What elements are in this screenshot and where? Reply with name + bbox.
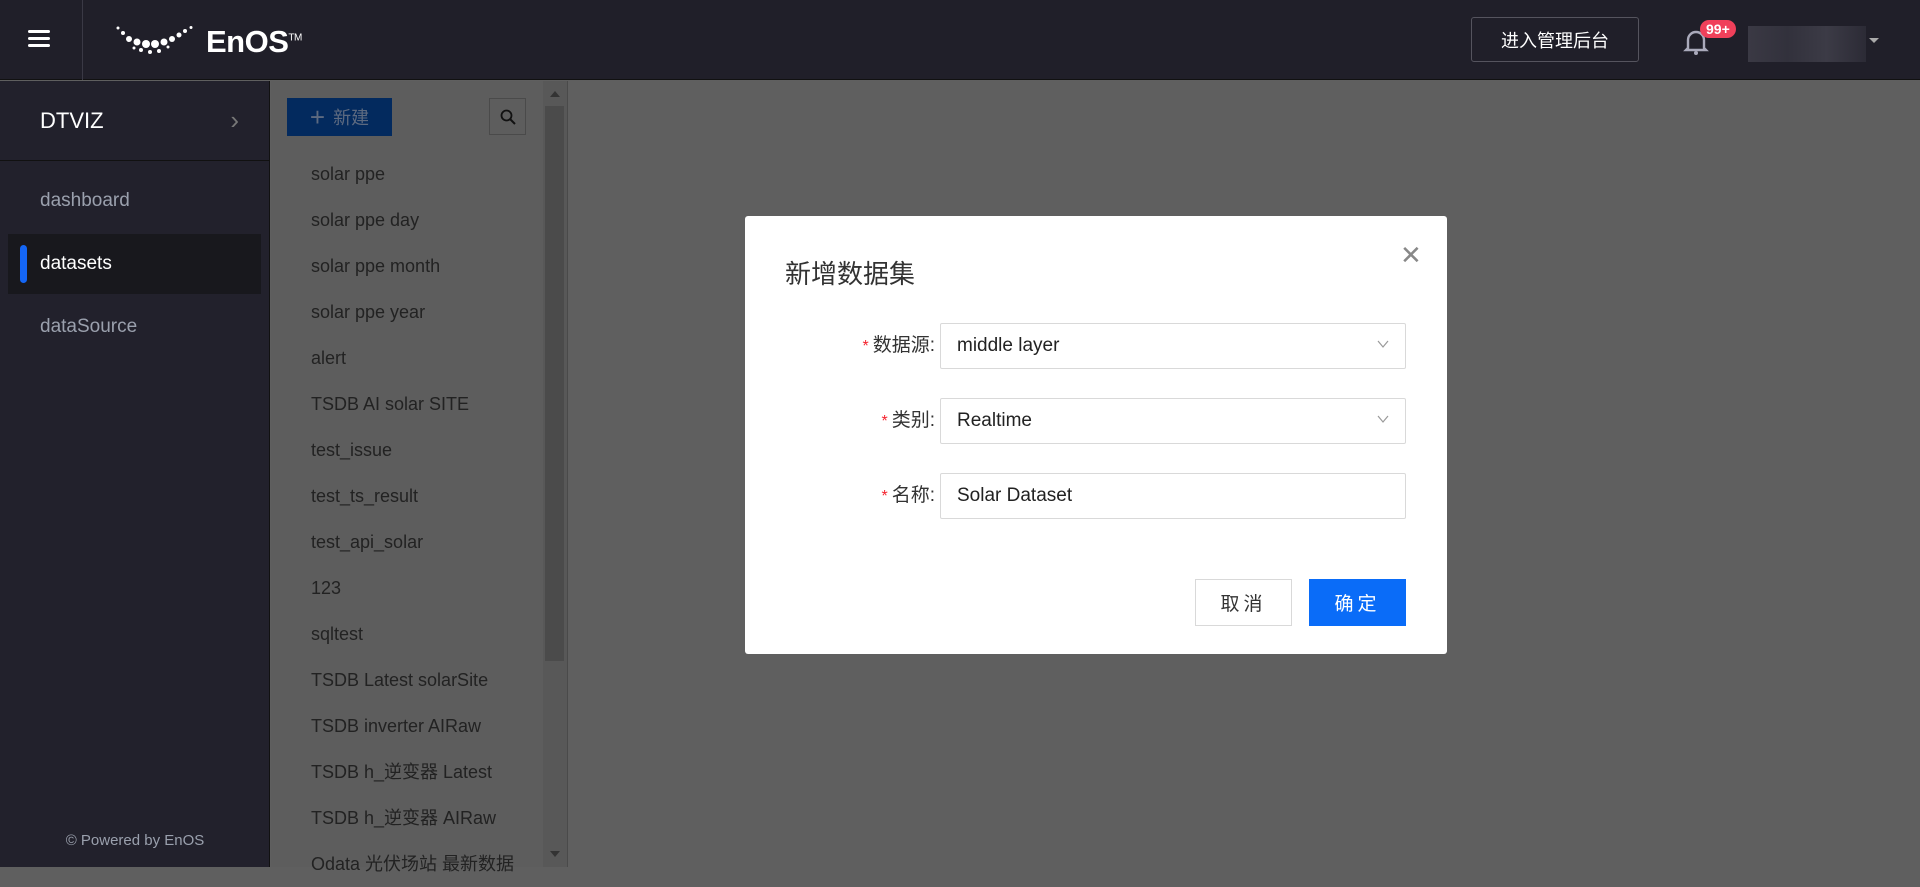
dataset-list-item[interactable]: TSDB AI solar SITE xyxy=(271,381,543,427)
dataset-list-item[interactable]: TSDB inverter AIRaw xyxy=(271,703,543,749)
close-icon[interactable]: ✕ xyxy=(1400,242,1422,268)
sidebar-item-label: dataSource xyxy=(40,316,138,337)
admin-console-button[interactable]: 进入管理后台 xyxy=(1471,17,1639,62)
new-dataset-dialog: 新增数据集 ✕ * 数据源: middle layer * 类别: Realtime… xyxy=(745,216,1447,654)
dataset-list-item[interactable]: TSDB Latest solarSite xyxy=(271,657,543,703)
category-row: * 类别: Realtime xyxy=(745,398,1447,444)
user-avatar-blurred[interactable] xyxy=(1748,26,1866,62)
dataset-list-item[interactable]: TSDB h_逆变器 Latest xyxy=(271,749,543,795)
required-mark: * xyxy=(881,413,888,430)
search-icon xyxy=(500,109,516,125)
scrollbar[interactable] xyxy=(543,81,567,867)
dataset-list-item[interactable]: test_issue xyxy=(271,427,543,473)
logo-dots-icon xyxy=(116,26,193,54)
app-title: DTVIZ xyxy=(40,107,104,133)
dialog-title: 新增数据集 xyxy=(785,259,916,289)
plus-icon: + xyxy=(309,101,326,132)
category-select[interactable]: Realtime xyxy=(940,398,1406,444)
chevron-right-icon[interactable]: › xyxy=(230,105,239,136)
dataset-list: solar ppe solar ppe day solar ppe month sol… xyxy=(271,151,543,887)
name-input[interactable]: Solar Dataset xyxy=(940,473,1406,519)
dataset-list-item[interactable]: Odata 光伏场站 最新数据 xyxy=(271,841,543,887)
dataset-list-item[interactable]: solar ppe xyxy=(271,151,543,197)
required-mark: * xyxy=(862,338,869,355)
search-button[interactable] xyxy=(489,98,526,135)
new-dataset-button[interactable]: + 新建 xyxy=(287,98,392,136)
powered-by-footer: © Powered by EnOS xyxy=(65,832,205,849)
sidebar-item-dashboard[interactable]: dashboard xyxy=(8,171,261,231)
brand-name: EnOSTM xyxy=(206,24,302,59)
top-header: EnOSTM 进入管理后台 99+ xyxy=(0,0,1920,80)
select-value: Realtime xyxy=(957,410,1032,431)
scroll-down-icon[interactable] xyxy=(550,851,560,857)
dataset-list-item[interactable]: sqltest xyxy=(271,611,543,657)
menu-icon[interactable] xyxy=(28,30,50,48)
scroll-up-icon[interactable] xyxy=(550,91,560,97)
dataset-list-item[interactable]: test_api_solar xyxy=(271,519,543,565)
select-value: middle layer xyxy=(957,335,1060,356)
dataset-list-item[interactable]: alert xyxy=(271,335,543,381)
confirm-button[interactable]: 确定 xyxy=(1309,579,1406,626)
dataset-list-panel: + 新建 solar ppe solar ppe day solar ppe mont… xyxy=(271,81,568,874)
sidebar-item-datasets[interactable]: datasets xyxy=(8,234,261,294)
dataset-list-item[interactable]: TSDB h_逆变器 AIRaw xyxy=(271,795,543,841)
chevron-down-icon xyxy=(1377,415,1389,423)
app-switcher[interactable]: DTVIZ › xyxy=(0,81,269,161)
sidebar-item-datasource[interactable]: dataSource xyxy=(8,297,261,357)
category-label: 类别: xyxy=(891,410,935,431)
new-label: 新建 xyxy=(333,108,370,128)
dataset-list-item[interactable]: solar ppe month xyxy=(271,243,543,289)
datasource-row: * 数据源: middle layer xyxy=(745,323,1447,369)
dataset-list-item[interactable]: 123 xyxy=(271,565,543,611)
name-row: * 名称: Solar Dataset xyxy=(745,473,1447,519)
name-label: 名称: xyxy=(891,485,935,506)
header-divider xyxy=(82,0,83,80)
input-value: Solar Dataset xyxy=(957,485,1073,506)
sidebar-item-label: dashboard xyxy=(40,190,130,211)
sidebar-item-label: datasets xyxy=(40,253,112,274)
enos-logo[interactable]: EnOSTM xyxy=(116,24,302,60)
cancel-button[interactable]: 取消 xyxy=(1195,579,1292,626)
sidebar: DTVIZ › dashboard datasets dataSource © … xyxy=(0,81,270,867)
datasource-select[interactable]: middle layer xyxy=(940,323,1406,369)
caret-down-icon[interactable] xyxy=(1869,38,1879,43)
required-mark: * xyxy=(881,488,888,505)
scrollbar-thumb[interactable] xyxy=(545,106,564,661)
chevron-down-icon xyxy=(1377,340,1389,348)
datasource-label: 数据源: xyxy=(872,335,935,356)
dataset-list-item[interactable]: test_ts_result xyxy=(271,473,543,519)
dataset-list-item[interactable]: solar ppe year xyxy=(271,289,543,335)
notification-badge: 99+ xyxy=(1700,20,1736,38)
dataset-list-item[interactable]: solar ppe day xyxy=(271,197,543,243)
